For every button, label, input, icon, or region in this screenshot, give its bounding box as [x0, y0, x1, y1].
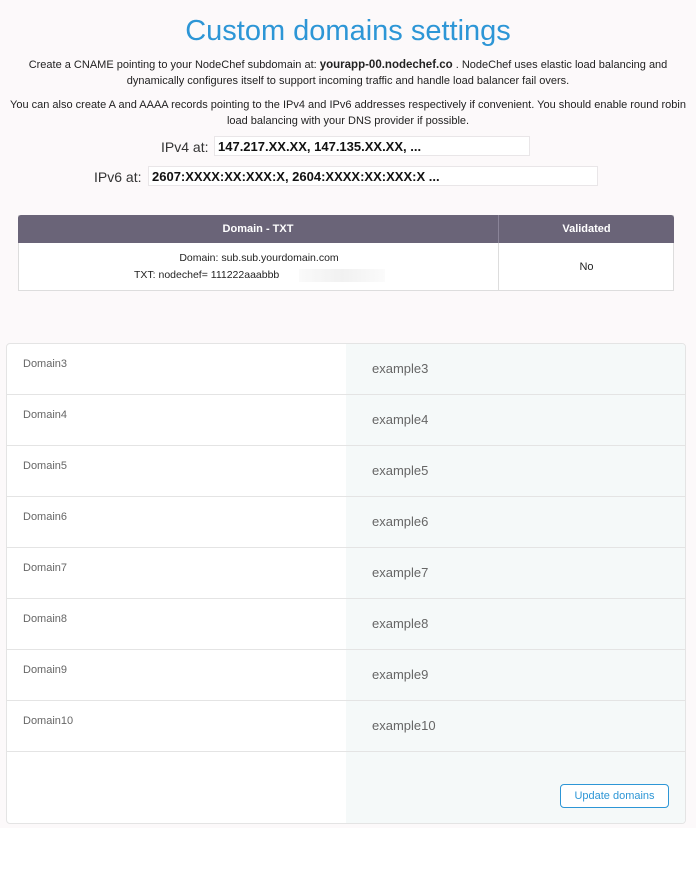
- header-domain-txt: Domain - TXT: [222, 223, 294, 235]
- ipv6-label: IPv6 at:: [94, 169, 142, 186]
- domains-form: Domain3 example3 Domain4 example4 Domain5 exa…: [6, 343, 686, 824]
- domain-row: Domain10 example10: [7, 701, 685, 752]
- domain-label: Domain10: [23, 715, 74, 727]
- domain-label: Domain8: [23, 613, 68, 625]
- validated-status: No: [579, 261, 594, 273]
- txt-record-value: TXT: nodechef= 111222aaabbb: [134, 269, 280, 281]
- domain-row: Domain5 example5: [7, 446, 685, 497]
- domain-label: Domain7: [23, 562, 68, 574]
- txt-records-table: Domain - TXT Validated Domain: sub.sub.y…: [18, 215, 674, 291]
- domain-label: Domain4: [23, 409, 68, 421]
- domain-row: Domain4 example4: [7, 395, 685, 446]
- domain-row: Domain7 example7: [7, 548, 685, 599]
- update-domains-button[interactable]: Update domains: [560, 784, 669, 808]
- domain-label: Domain3: [23, 358, 68, 370]
- domain-input[interactable]: example7: [372, 565, 428, 580]
- domain-input[interactable]: example9: [372, 667, 428, 682]
- domain-row: Domain9 example9: [7, 650, 685, 701]
- domain-label: Domain6: [23, 511, 68, 523]
- domain-input[interactable]: example3: [372, 361, 428, 376]
- domain-row: Domain6 example6: [7, 497, 685, 548]
- txt-domain-name: Domain: sub.sub.yourdomain.com: [179, 252, 339, 264]
- ipv4-value-field[interactable]: 147.217.XX.XX, 147.135.XX.XX, ...: [214, 136, 530, 156]
- records-note: You can also create A and AAAA records p…: [10, 99, 686, 127]
- domain-row: Domain8 example8: [7, 599, 685, 650]
- domain-input[interactable]: example10: [372, 718, 436, 733]
- page-title: Custom domains settings: [185, 15, 511, 47]
- txt-redaction: [299, 269, 385, 282]
- domain-label: Domain5: [23, 460, 68, 472]
- header-validated: Validated: [562, 223, 611, 235]
- domain-input[interactable]: example4: [372, 412, 428, 427]
- ipv6-value-field[interactable]: 2607:XXXX:XX:XXX:X, 2604:XXXX:XX:XXX:X .…: [148, 166, 598, 186]
- domain-input[interactable]: example5: [372, 463, 428, 478]
- cname-instructions: Create a CNAME pointing to your NodeChef…: [10, 57, 686, 89]
- ipv4-label: IPv4 at:: [161, 139, 209, 156]
- txt-table-header: Domain - TXT Validated: [18, 215, 674, 243]
- domain-row: Domain3 example3: [7, 344, 685, 395]
- cname-prefix-text: Create a CNAME pointing to your NodeChef…: [28, 59, 320, 71]
- cname-host: yourapp-00.nodechef.co: [319, 59, 453, 71]
- domain-input[interactable]: example6: [372, 514, 428, 529]
- domain-input[interactable]: example8: [372, 616, 428, 631]
- domain-label: Domain9: [23, 664, 68, 676]
